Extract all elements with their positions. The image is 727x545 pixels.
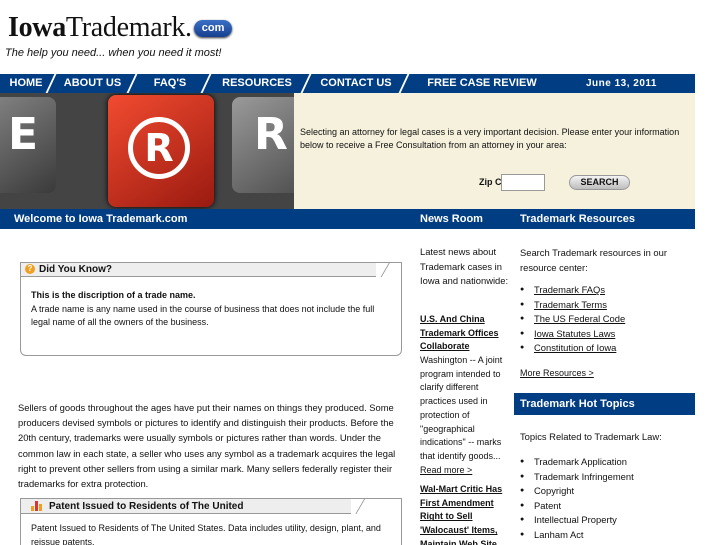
bar-chart-icon (31, 501, 43, 512)
hot-topics-list: Trademark Application Trademark Infringe… (520, 455, 634, 543)
nav-about-us[interactable]: ABOUT US (52, 74, 133, 93)
trade-name-title: This is the discription of a trade name. (31, 290, 196, 300)
hot-topic-item: Intellectual Property (520, 513, 634, 528)
resource-link-faqs[interactable]: Trademark FAQs (520, 283, 625, 298)
trademark-history-paragraph: Sellers of goods throughout the ages hav… (18, 402, 396, 490)
resources-intro: Search Trademark resources in our resour… (520, 247, 667, 273)
news-item-title-link[interactable]: U.S. And China Trademark Offices Collabo… (420, 313, 512, 354)
welcome-heading: Welcome to Iowa Trademark.com (0, 209, 414, 229)
news-item-title-link-2[interactable]: Wal-Mart Critic Has First Amendment Righ… (420, 483, 512, 545)
registered-trademark-icon: R (128, 117, 190, 179)
did-you-know-title: Did You Know? (39, 264, 112, 275)
hero-keyboard-image: E R R (0, 93, 294, 209)
resource-link-iowa-statutes[interactable]: Iowa Statutes Laws (520, 327, 625, 342)
patent-box: Patent Issued to Residents of The United… (20, 498, 402, 545)
hot-topic-item: Trademark Infringement (520, 470, 634, 485)
keyboard-key-r: R (232, 97, 294, 193)
zip-code-input[interactable] (501, 174, 545, 191)
patent-description: Patent Issued to Residents of The United… (31, 523, 381, 545)
nav-contact-us[interactable]: CONTACT US (307, 74, 405, 93)
consultation-form: Selecting an attorney for legal cases is… (294, 93, 695, 209)
news-intro: Latest news about Trademark cases in Iow… (420, 246, 509, 286)
news-item-summary: Washington -- A joint program intended t… (420, 355, 503, 475)
resource-link-terms[interactable]: Trademark Terms (520, 298, 625, 313)
tagline: The help you need... when you need it mo… (5, 47, 222, 59)
resource-link-constitution[interactable]: Constitution of Iowa (520, 341, 625, 356)
site-logo[interactable]: IowaTrademark. com (8, 12, 233, 46)
did-you-know-header: ? Did You Know? (21, 263, 376, 277)
form-intro-text: Selecting an attorney for legal cases is… (300, 127, 680, 150)
current-date: June 13, 2011 (586, 78, 657, 89)
news-room-heading: News Room (414, 209, 514, 229)
nav-home[interactable]: HOME (0, 74, 52, 93)
hot-topics-heading: Trademark Hot Topics (514, 393, 695, 415)
keyboard-key-e: E (0, 97, 56, 193)
logo-com-badge: com (193, 20, 233, 38)
logo-wordmark: IowaTrademark. (8, 12, 192, 43)
hot-topic-item: Lanham Act (520, 528, 634, 543)
read-more-link[interactable]: Read more > (420, 465, 472, 475)
trade-name-description: A trade name is any name used in the cou… (31, 304, 375, 327)
search-button[interactable]: SEARCH (569, 175, 630, 190)
patent-header: Patent Issued to Residents of The United (21, 499, 351, 514)
nav-faqs[interactable]: FAQ'S (133, 74, 207, 93)
nav-resources[interactable]: RESOURCES (207, 74, 307, 93)
hot-topic-item: Copyright (520, 484, 634, 499)
resource-link-federal-code[interactable]: The US Federal Code (520, 312, 625, 327)
hot-topic-item: Trademark Application (520, 455, 634, 470)
did-you-know-box: ? Did You Know? This is the discription o… (20, 262, 402, 356)
hot-topic-item: Patent (520, 499, 634, 514)
question-icon: ? (25, 264, 35, 275)
nav-free-case-review[interactable]: FREE CASE REVIEW (405, 74, 559, 93)
trademark-resources-heading: Trademark Resources (514, 209, 695, 229)
patent-title: Patent Issued to Residents of The United (49, 501, 244, 512)
keyboard-key-registered: R (108, 95, 214, 207)
main-nav: HOME ABOUT US FAQ'S RESOURCES CONTACT US… (0, 74, 695, 93)
hot-topics-intro: Topics Related to Trademark Law: (520, 431, 662, 442)
more-resources-link[interactable]: More Resources > (520, 368, 594, 378)
resources-list: Trademark FAQs Trademark Terms The US Fe… (520, 283, 625, 356)
